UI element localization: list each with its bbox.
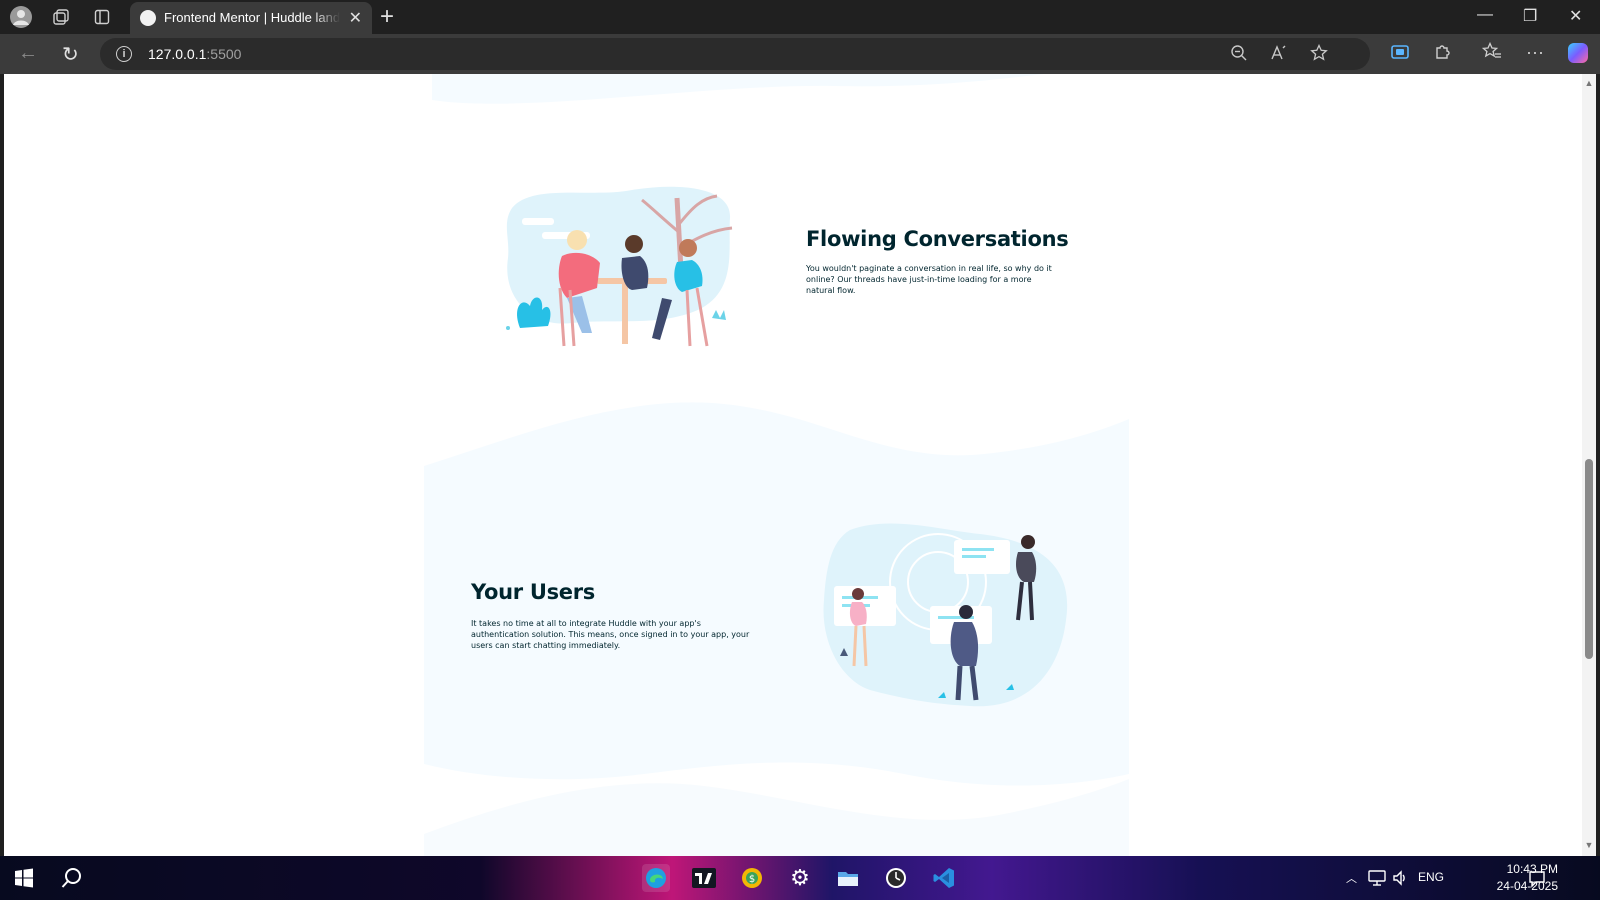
address-url[interactable]: 127.0.0.1:5500: [148, 46, 241, 62]
scroll-up-icon[interactable]: ▲: [1584, 78, 1594, 88]
vscode-icon[interactable]: [930, 864, 958, 892]
workspaces-icon[interactable]: [49, 5, 73, 29]
active-tab[interactable]: Frontend Mentor | Huddle landing page ✕: [130, 2, 372, 34]
edge-browser-icon[interactable]: [642, 864, 670, 892]
url-host: 127.0.0.1: [148, 46, 207, 62]
page-viewport: Flowing Conversations You wouldn't pagin…: [4, 74, 1582, 856]
zoom-out-icon[interactable]: [1230, 44, 1248, 67]
settings-gear-icon[interactable]: ⚙: [786, 864, 814, 892]
vertical-tabs-icon[interactable]: [90, 5, 114, 29]
copilot-icon[interactable]: [1568, 43, 1588, 63]
more-menu-icon[interactable]: ···: [1526, 42, 1544, 63]
tab-close-icon[interactable]: ✕: [349, 8, 362, 28]
section-wave-background: [424, 74, 1129, 856]
tab-title: Frontend Mentor | Huddle landing page: [164, 10, 340, 25]
screenshot-capture-icon[interactable]: [1390, 42, 1410, 67]
page-scrollbar[interactable]: ▲ ▼: [1582, 74, 1596, 856]
your-users-illustration: [823, 523, 1068, 707]
reload-icon[interactable]: ↻: [62, 42, 79, 67]
volume-icon[interactable]: [1392, 870, 1408, 889]
flowing-conversations-illustration: [506, 186, 733, 347]
browser-toolbar: ← ↻ i 127.0.0.1:5500 ···: [0, 34, 1600, 74]
browser-title-bar: Frontend Mentor | Huddle landing page ✕ …: [0, 0, 1600, 34]
new-tab-icon[interactable]: +: [380, 3, 394, 31]
scrollbar-thumb[interactable]: [1585, 459, 1593, 659]
back-arrow-icon[interactable]: ←: [18, 42, 38, 65]
notifications-icon[interactable]: [1528, 870, 1546, 891]
tab-favicon-icon: [140, 10, 156, 26]
feature-title-your-users: Your Users: [471, 580, 595, 604]
network-icon[interactable]: [1368, 870, 1386, 889]
favorite-star-icon[interactable]: [1310, 43, 1328, 67]
feature-text-your-users: It takes no time at all to integrate Hud…: [471, 619, 750, 650]
file-explorer-icon[interactable]: [834, 864, 862, 892]
restore-icon[interactable]: ❐: [1523, 6, 1537, 26]
minimize-icon[interactable]: —: [1477, 6, 1493, 24]
close-window-icon[interactable]: ✕: [1569, 6, 1582, 26]
language-indicator[interactable]: ENG: [1418, 870, 1444, 884]
system-clock[interactable]: 10:43 PM 24-04-2025: [1478, 861, 1558, 895]
extensions-icon[interactable]: [1434, 42, 1452, 65]
url-port: :5500: [206, 46, 242, 62]
profile-avatar-icon[interactable]: [9, 5, 33, 29]
windows-start-icon[interactable]: [10, 864, 38, 892]
clock-app-icon[interactable]: [882, 864, 910, 892]
svg-text:$: $: [749, 874, 755, 885]
feature-title-flowing-conversations: Flowing Conversations: [806, 227, 1069, 251]
read-aloud-icon[interactable]: [1270, 44, 1288, 67]
feature-text-flowing-conversations: You wouldn't paginate a conversation in …: [806, 264, 1052, 295]
scroll-down-icon[interactable]: ▼: [1584, 840, 1594, 850]
tradingview-icon[interactable]: [690, 864, 718, 892]
address-bar[interactable]: i 127.0.0.1:5500: [100, 38, 1370, 70]
site-info-icon[interactable]: i: [116, 46, 132, 62]
metatrader-icon[interactable]: $: [738, 864, 766, 892]
clock-date: 24-04-2025: [1496, 879, 1558, 893]
tray-chevron-icon[interactable]: ︿: [1346, 870, 1357, 886]
windows-taskbar: $ ⚙ ︿ ENG 10:43 PM 24-04-2025: [0, 856, 1600, 900]
clock-time: 10:43 PM: [1506, 862, 1558, 876]
search-icon[interactable]: [58, 864, 86, 892]
favorites-icon[interactable]: [1481, 41, 1502, 65]
